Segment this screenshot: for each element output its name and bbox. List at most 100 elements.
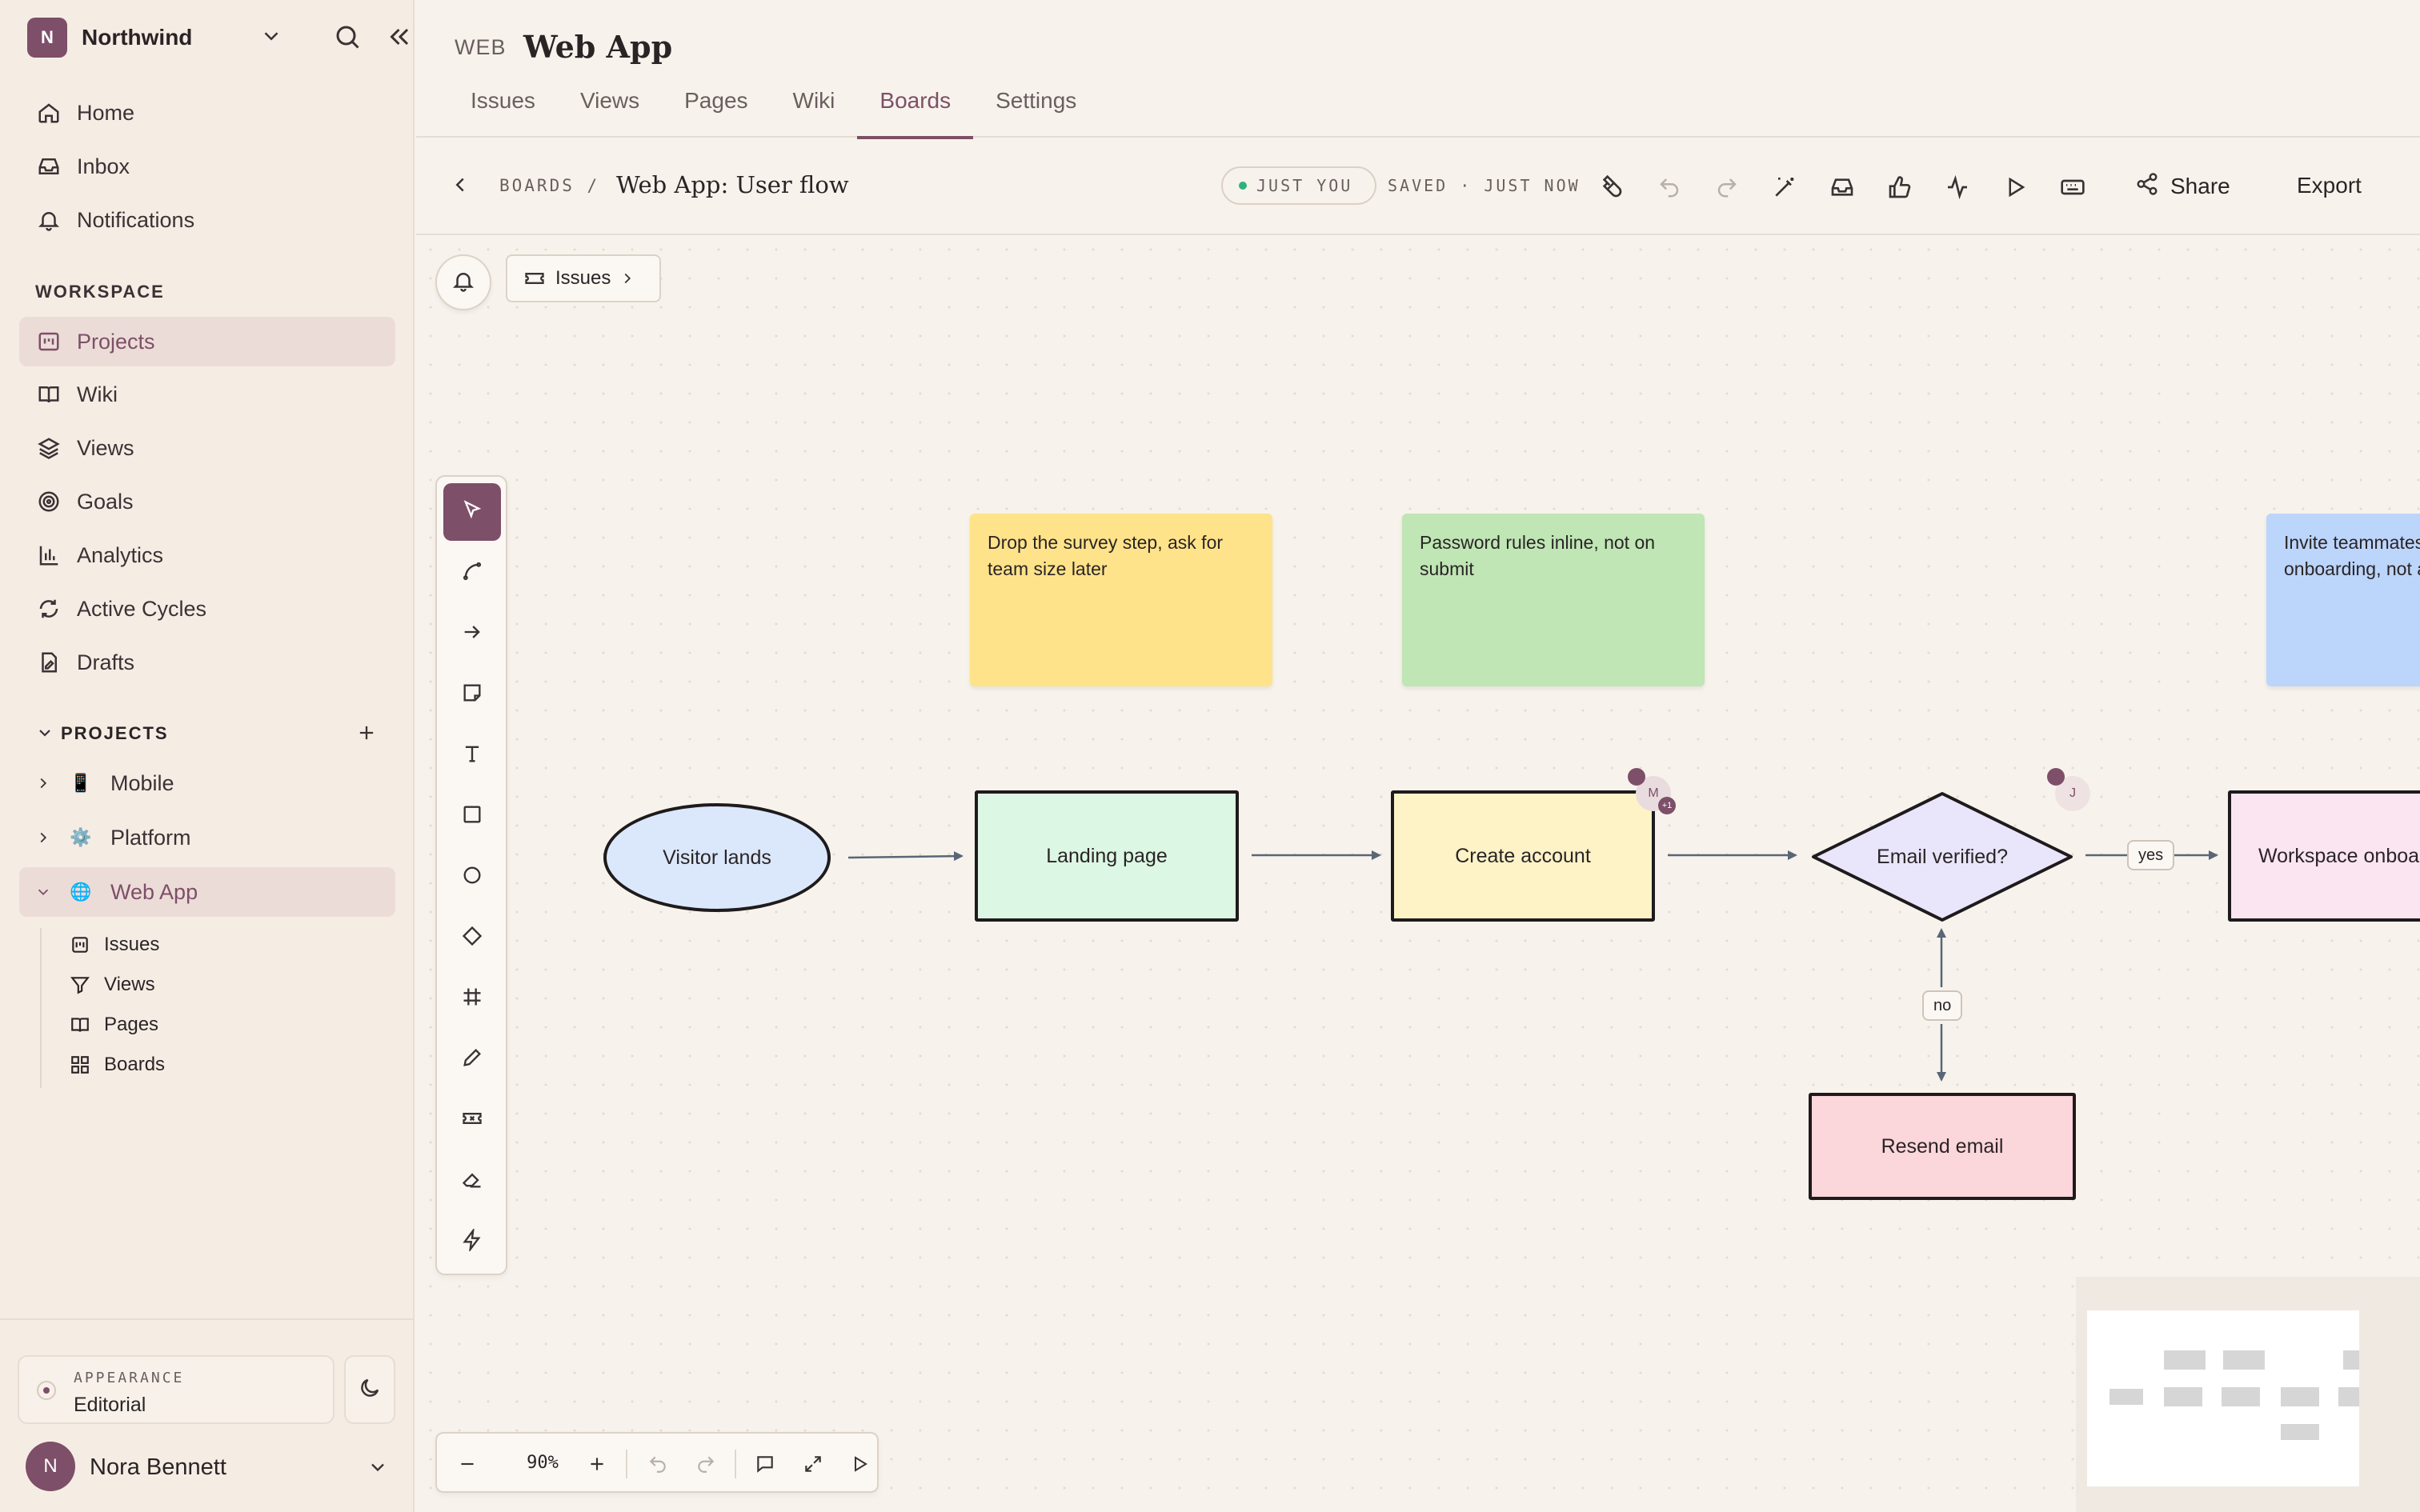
- workspace-name: Northwind: [82, 25, 193, 50]
- add-project-icon[interactable]: [355, 722, 378, 748]
- issue-card-tool[interactable]: [443, 1091, 501, 1149]
- automation-tool[interactable]: [443, 1213, 501, 1270]
- sidebar-subitem-views[interactable]: Views: [67, 966, 155, 1004]
- thumbs-up-icon[interactable]: [1884, 171, 1916, 203]
- sidebar-item-views[interactable]: Views: [19, 423, 395, 473]
- sidebar-item-analytics[interactable]: Analytics: [19, 530, 395, 580]
- board-title[interactable]: Web App: User flow: [616, 171, 849, 198]
- fullscreen-icon[interactable]: [797, 1448, 829, 1480]
- chevron-down-icon[interactable]: [367, 1456, 389, 1482]
- select-tool[interactable]: [443, 483, 501, 541]
- sidebar-subitem-boards[interactable]: Boards: [67, 1046, 165, 1084]
- flow-node-landing-page[interactable]: Landing page: [975, 790, 1239, 922]
- sidebar-subitem-issues[interactable]: Issues: [67, 926, 159, 964]
- minimap-viewport[interactable]: [2087, 1310, 2359, 1486]
- tab-pages[interactable]: Pages: [662, 80, 770, 138]
- sidebar-item-web-app[interactable]: 🌐 Web App: [19, 867, 395, 917]
- keyboard-icon[interactable]: [2057, 171, 2089, 203]
- page-title: Web App: [523, 29, 673, 65]
- connector-visitor-landing[interactable]: [847, 851, 964, 862]
- collapse-sidebar-icon[interactable]: [386, 22, 415, 55]
- redo-icon[interactable]: [690, 1448, 722, 1480]
- sticky-note[interactable]: Drop the survey step, ask for team size …: [970, 514, 1272, 686]
- sidebar-subitem-pages[interactable]: Pages: [67, 1006, 158, 1044]
- diamond-tool[interactable]: [443, 909, 501, 966]
- pencil-tool[interactable]: [443, 1030, 501, 1088]
- edge-label-yes[interactable]: yes: [2127, 840, 2175, 870]
- magic-wand-icon[interactable]: [1769, 171, 1801, 203]
- flow-node-email-verified[interactable]: Email verified?: [1809, 790, 2076, 923]
- sticky-note[interactable]: Password rules inline, not on submit: [1402, 514, 1705, 686]
- notifications-button[interactable]: [435, 254, 491, 310]
- sidebar-item-goals[interactable]: Goals: [19, 477, 395, 526]
- activity-icon[interactable]: [1941, 171, 1973, 203]
- sticky-note-tool[interactable]: [443, 666, 501, 723]
- tab-issues[interactable]: Issues: [448, 80, 558, 138]
- zoom-level[interactable]: 90%: [511, 1453, 575, 1473]
- flow-node-resend-email[interactable]: Resend email: [1809, 1093, 2076, 1200]
- search-icon[interactable]: [333, 22, 362, 55]
- tab-views[interactable]: Views: [558, 80, 662, 138]
- tab-settings[interactable]: Settings: [973, 80, 1099, 138]
- ellipse-tool[interactable]: [443, 848, 501, 906]
- flow-node-workspace-onboarding[interactable]: Workspace onboarding: [2228, 790, 2420, 922]
- dark-mode-toggle[interactable]: [344, 1355, 395, 1424]
- sidebar-item-wiki[interactable]: Wiki: [19, 370, 395, 419]
- present-icon[interactable]: [843, 1448, 875, 1480]
- layers-icon: [35, 434, 62, 462]
- chevron-right-icon[interactable]: [19, 829, 67, 846]
- flow-node-visitor-lands[interactable]: Visitor lands: [603, 803, 831, 912]
- zoom-out-icon[interactable]: [451, 1448, 483, 1480]
- zoom-in-icon[interactable]: [581, 1448, 613, 1480]
- eraser-tool[interactable]: [443, 1152, 501, 1210]
- comment-icon[interactable]: [749, 1448, 781, 1480]
- inbox-icon[interactable]: [1826, 171, 1858, 203]
- play-icon[interactable]: [1999, 171, 2031, 203]
- frame-tool[interactable]: [443, 970, 501, 1027]
- comment-badge-icon[interactable]: [1628, 768, 1645, 786]
- text-tool[interactable]: [443, 726, 501, 784]
- nav-notifications[interactable]: Notifications: [19, 195, 395, 245]
- presence-pill[interactable]: JUST YOU: [1221, 166, 1376, 205]
- sidebar-item-mobile[interactable]: 📱 Mobile: [19, 758, 395, 808]
- issues-chip-label: Issues: [555, 267, 611, 289]
- sidebar-item-active-cycles[interactable]: Active Cycles: [19, 584, 395, 634]
- issues-icon: [67, 934, 93, 955]
- arrow-tool[interactable]: [443, 605, 501, 662]
- back-arrow-icon[interactable]: [448, 173, 472, 201]
- magnet-icon[interactable]: [1596, 171, 1628, 203]
- comment-badge-icon[interactable]: [2047, 768, 2065, 786]
- share-button[interactable]: Share: [2135, 166, 2230, 206]
- edge-label-no[interactable]: no: [1922, 990, 1963, 1021]
- workspace-switcher[interactable]: N Northwind: [27, 18, 409, 58]
- drawing-tools-rail: [435, 475, 507, 1275]
- zoom-controls: 90%: [435, 1432, 879, 1493]
- pencil-icon: [461, 1046, 483, 1073]
- chevron-down-icon[interactable]: [19, 883, 67, 901]
- board-canvas[interactable]: Issues Drop the survey step, ask for tea…: [416, 235, 2420, 1512]
- chevron-right-icon[interactable]: [19, 774, 67, 792]
- export-button[interactable]: Export: [2297, 173, 2362, 198]
- chevron-down-icon[interactable]: [259, 24, 283, 52]
- rectangle-tool[interactable]: [443, 787, 501, 845]
- redo-icon[interactable]: [1711, 171, 1743, 203]
- sidebar-item-drafts[interactable]: Drafts: [19, 638, 395, 687]
- undo-icon[interactable]: [1653, 171, 1685, 203]
- sidebar-item-projects[interactable]: Projects: [19, 317, 395, 366]
- breadcrumb[interactable]: BOARDS /: [499, 176, 599, 195]
- curve-tool[interactable]: [443, 544, 501, 602]
- sticky-note[interactable]: Invite teammates during onboarding, not …: [2266, 514, 2420, 686]
- user-name[interactable]: Nora Bennett: [90, 1454, 226, 1481]
- flow-node-create-account[interactable]: Create account: [1391, 790, 1655, 922]
- projects-section-header[interactable]: PROJECTS: [35, 722, 379, 746]
- avatar[interactable]: N: [26, 1442, 75, 1491]
- nav-inbox[interactable]: Inbox: [19, 142, 395, 191]
- appearance-selector[interactable]: APPEARANCE Editorial: [18, 1355, 335, 1424]
- undo-icon[interactable]: [642, 1448, 674, 1480]
- linked-issues-chip[interactable]: Issues: [506, 254, 661, 302]
- sidebar-item-platform[interactable]: ⚙️ Platform: [19, 813, 395, 862]
- tab-wiki[interactable]: Wiki: [771, 80, 858, 138]
- minimap[interactable]: [2076, 1277, 2420, 1512]
- nav-home[interactable]: Home: [19, 88, 395, 138]
- tab-boards[interactable]: Boards: [857, 80, 973, 139]
